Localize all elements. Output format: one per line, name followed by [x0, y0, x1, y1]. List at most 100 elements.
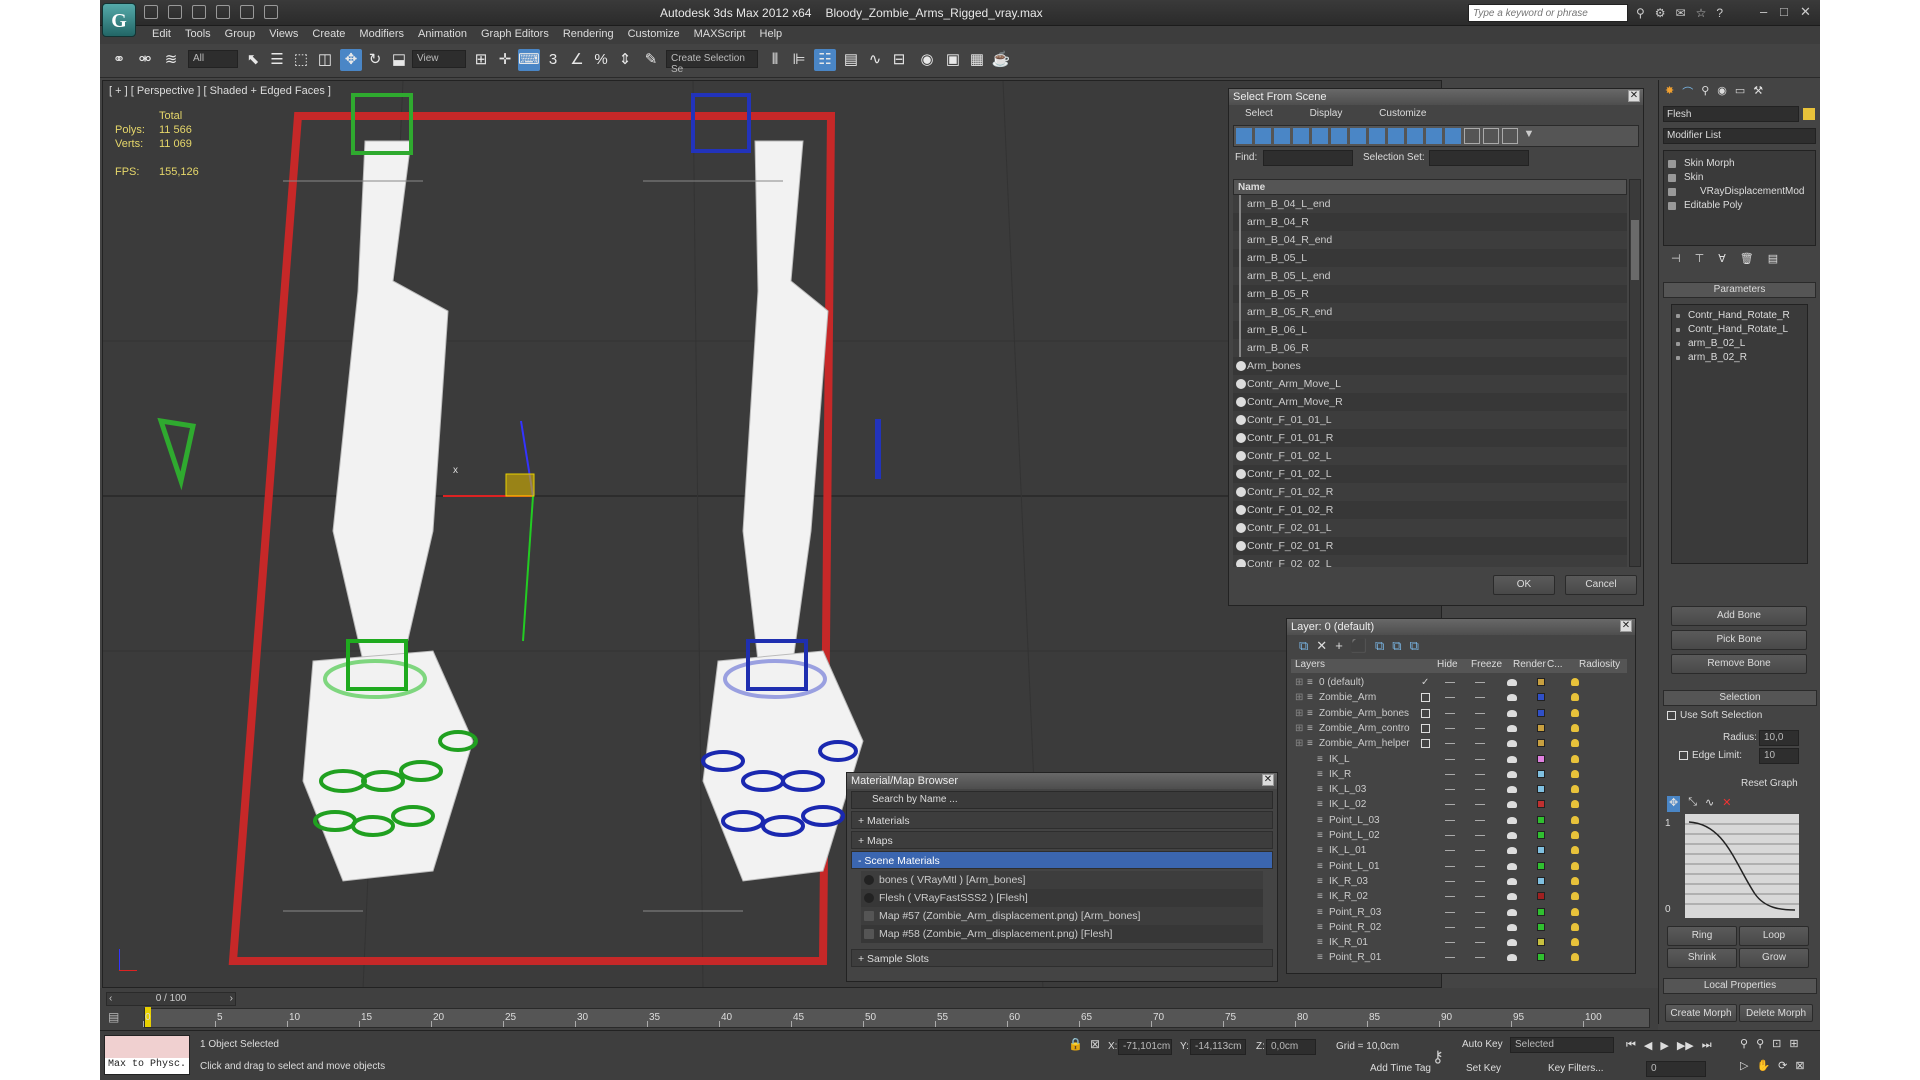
display-bones-icon[interactable]	[1388, 128, 1404, 144]
radiosity-bulb-icon[interactable]	[1571, 769, 1579, 778]
field-of-view-icon[interactable]: ▷	[1740, 1059, 1748, 1072]
stack-item-skin-morph[interactable]: Skin Morph	[1664, 157, 1815, 171]
layer-color-swatch[interactable]	[1537, 723, 1545, 732]
maximize-viewport-icon[interactable]: ⊠	[1795, 1059, 1804, 1072]
absolute-mode-icon[interactable]: ⊠	[1090, 1037, 1100, 1051]
layer-color-swatch[interactable]	[1537, 815, 1545, 824]
scene-list-item[interactable]: Contr_F_01_02_L	[1233, 447, 1627, 465]
hide-toggle[interactable]	[1445, 727, 1455, 729]
move-graph-point-icon[interactable]: ✥	[1667, 796, 1681, 812]
object-color-swatch[interactable]	[1803, 108, 1815, 120]
layer-row[interactable]: ≡ IK_R_01	[1291, 935, 1627, 950]
render-production-icon[interactable]: ☕	[990, 49, 1012, 71]
delete-layer-icon[interactable]: ✕	[1316, 638, 1327, 654]
layer-row[interactable]: ⊞ ≡ Zombie_Arm_helper	[1291, 736, 1627, 751]
scene-list-item[interactable]: arm_B_05_R	[1233, 285, 1627, 303]
layer-color-swatch[interactable]	[1537, 892, 1545, 901]
radiosity-bulb-icon[interactable]	[1571, 739, 1579, 748]
minimize-icon[interactable]: –	[1760, 4, 1767, 19]
add-to-layer-icon[interactable]: +	[1335, 638, 1343, 654]
menu-customize[interactable]: Customize	[1369, 106, 1436, 121]
layer-row[interactable]: ≡ IK_L_03	[1291, 782, 1627, 797]
curve-editor-icon[interactable]: ∿	[864, 49, 886, 71]
freeze-toggle[interactable]	[1475, 743, 1485, 745]
freeze-toggle[interactable]	[1475, 896, 1485, 898]
close-icon[interactable]: ✕	[1800, 4, 1811, 20]
render-teapot-icon[interactable]	[1507, 908, 1517, 916]
layer-manager-icon[interactable]: ☷	[814, 49, 836, 71]
select-objects-icon[interactable]: ⬛	[1351, 638, 1367, 654]
modifier-list-dropdown[interactable]: Modifier List	[1663, 128, 1816, 144]
create-tab-icon[interactable]: ✸	[1665, 84, 1674, 98]
material-item[interactable]: bones ( VRayMtl ) [Arm_bones]	[861, 871, 1263, 889]
modify-tab-icon[interactable]: ⌒	[1682, 84, 1693, 99]
display-containers-icon[interactable]	[1407, 128, 1423, 144]
menu-animation[interactable]: Animation	[411, 26, 474, 44]
select-object-icon[interactable]: ⬉	[242, 49, 264, 71]
freeze-toggle[interactable]	[1475, 926, 1485, 928]
display-tab-icon[interactable]: ▭	[1735, 84, 1745, 98]
layer-color-swatch[interactable]	[1537, 907, 1545, 916]
hide-toggle[interactable]	[1445, 896, 1455, 898]
bone-item[interactable]: arm_B_02_R	[1672, 351, 1807, 365]
hide-toggle[interactable]	[1445, 743, 1455, 745]
layer-color-swatch[interactable]	[1537, 678, 1545, 686]
cancel-button[interactable]: Cancel	[1565, 575, 1637, 595]
display-lights-icon[interactable]	[1274, 128, 1290, 144]
scene-list-item[interactable]: Contr_F_01_02_L	[1233, 465, 1627, 483]
expand-icon[interactable]: ⊞	[1295, 721, 1303, 736]
menu-maxscript[interactable]: MAXScript	[687, 26, 753, 44]
render-teapot-icon[interactable]	[1507, 832, 1517, 839]
map-item[interactable]: Map #58 (Zombie_Arm_displacement.png) [F…	[861, 925, 1263, 943]
layer-color-swatch[interactable]	[1537, 693, 1545, 702]
radiosity-bulb-icon[interactable]	[1571, 846, 1579, 855]
render-teapot-icon[interactable]	[1507, 816, 1517, 824]
hide-toggle[interactable]	[1445, 789, 1455, 791]
render-teapot-icon[interactable]	[1507, 923, 1517, 931]
favorites-icon[interactable]: ☆	[1696, 6, 1707, 20]
freeze-toggle[interactable]	[1475, 911, 1485, 913]
display-shapes-icon[interactable]	[1255, 128, 1271, 144]
bone-item[interactable]: arm_B_02_L	[1672, 337, 1807, 351]
radiosity-bulb-icon[interactable]	[1571, 938, 1579, 947]
create-morph-button[interactable]: Create Morph	[1665, 1004, 1737, 1022]
radiosity-bulb-icon[interactable]	[1571, 800, 1579, 809]
freeze-toggle[interactable]	[1475, 835, 1485, 836]
expand-icon[interactable]: ⊞	[1295, 736, 1303, 751]
close-icon[interactable]: ✕	[1262, 774, 1274, 786]
freeze-toggle[interactable]	[1475, 880, 1485, 882]
grow-button[interactable]: Grow	[1739, 948, 1809, 968]
render-teapot-icon[interactable]	[1507, 801, 1517, 809]
layer-row[interactable]: ⊞ ≡ Zombie_Arm_contro	[1291, 721, 1627, 736]
go-to-end-icon[interactable]: ⏭	[1702, 1039, 1712, 1052]
close-icon[interactable]: ✕	[1628, 90, 1640, 102]
rectangular-selection-icon[interactable]: ⬚	[290, 49, 312, 71]
freeze-toggle[interactable]	[1475, 865, 1485, 867]
named-selection-dropdown[interactable]: Create Selection Se	[666, 50, 758, 75]
hide-toggle[interactable]	[1445, 926, 1455, 928]
scene-list-item[interactable]: arm_B_05_L_end	[1233, 267, 1627, 285]
render-teapot-icon[interactable]	[1507, 786, 1517, 794]
show-end-result-icon[interactable]: ⊤	[1695, 252, 1705, 270]
radiosity-bulb-icon[interactable]	[1571, 785, 1579, 794]
layer-row[interactable]: ⊞ ≡ 0 (default) ✓	[1291, 675, 1627, 690]
modifier-stack[interactable]: Skin Morph Skin VRayDisplacementMod Edit…	[1663, 150, 1816, 246]
layer-row[interactable]: ≡ Point_L_01	[1291, 859, 1627, 874]
subscription-icon[interactable]: ⚙	[1655, 6, 1666, 20]
freeze-toggle[interactable]	[1475, 804, 1485, 806]
snaps-toggle-icon[interactable]: 3	[542, 49, 564, 71]
layer-row[interactable]: ⊞ ≡ Zombie_Arm_bones	[1291, 706, 1627, 721]
menu-modifiers[interactable]: Modifiers	[352, 26, 411, 44]
display-cameras-icon[interactable]	[1293, 128, 1309, 144]
hide-toggle[interactable]	[1445, 758, 1455, 760]
hide-toggle[interactable]	[1445, 697, 1455, 699]
communication-icon[interactable]: ✉	[1676, 6, 1686, 20]
freeze-all-layers-icon[interactable]: ⧉	[1410, 638, 1419, 654]
align-icon[interactable]: ⊫	[788, 49, 810, 71]
expand-icon[interactable]: ⊞	[1295, 706, 1303, 721]
track-bar[interactable]: 0 5 10 15 20 25 30 35 40 45 50 55 60 65 70 75 80 85 90 95 10…	[143, 1007, 1650, 1028]
edge-limit-checkbox[interactable]	[1679, 750, 1688, 760]
unlink-icon[interactable]: ⚮	[134, 49, 156, 71]
hide-toggle[interactable]	[1445, 819, 1455, 821]
ok-button[interactable]: OK	[1493, 575, 1555, 595]
